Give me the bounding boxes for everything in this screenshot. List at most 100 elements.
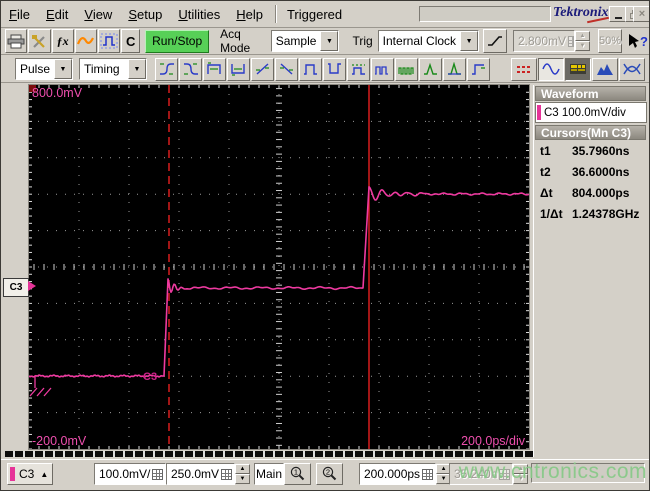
magnifier-2-icon: 2 <box>322 466 336 480</box>
trigger-status-text: Triggered <box>286 6 343 22</box>
bottombar-blank-panel <box>531 463 645 483</box>
keypad-icon[interactable] <box>152 468 164 480</box>
bottom-scale-label: -200.0mV <box>32 434 87 448</box>
zoom1-button[interactable]: 1 <box>284 463 311 485</box>
trigger-source-select[interactable]: Internal Clock ▼ <box>377 30 480 52</box>
acq-mode-select[interactable]: Sample ▼ <box>270 30 340 52</box>
horizontal-scale-field[interactable]: 200.000ps ▲ ▼ <box>359 463 452 485</box>
channel-readout[interactable]: C3 100.0mV/div <box>535 102 647 123</box>
waveform-panel-header: Waveform <box>535 86 646 101</box>
pulse-icon <box>100 33 118 49</box>
display-measurements-button[interactable] <box>565 57 591 81</box>
graticule: C3 <box>28 85 530 450</box>
channel-position-marker[interactable]: C3 <box>3 278 36 297</box>
menu-setup[interactable]: Setup <box>120 4 170 25</box>
keypad-icon[interactable] <box>568 35 575 47</box>
triangle-up-icon: ▲ <box>40 469 49 479</box>
run-stop-button[interactable]: Run/Stop <box>145 29 210 53</box>
close-icon: × <box>638 8 646 20</box>
meas-neg-pulse-button[interactable] <box>323 57 346 81</box>
eye-diagram-icon <box>623 63 641 75</box>
measure-group-select[interactable]: Timing ▼ <box>79 58 147 80</box>
set-trigger-50pct-button[interactable]: 50% <box>597 29 623 53</box>
c-button[interactable]: C <box>121 29 141 53</box>
chevron-down-icon[interactable]: ▼ <box>128 59 146 79</box>
horizontal-position-spinner[interactable]: ▲ ▼ <box>513 464 529 484</box>
spin-down-icon: ▼ <box>513 474 529 484</box>
print-button[interactable] <box>5 29 28 53</box>
svg-text:?: ? <box>640 34 648 49</box>
sine-icon <box>542 63 560 75</box>
cursors-icon <box>517 66 531 73</box>
trigger-slope-button[interactable] <box>483 29 507 53</box>
acq-mode-label: Acq Mode <box>220 27 251 55</box>
meas-pos-glitch-button[interactable] <box>419 57 442 81</box>
svg-text:1: 1 <box>293 467 297 476</box>
menu-utilities[interactable]: Utilities <box>170 4 228 25</box>
tools-icon <box>32 34 46 48</box>
meas-rise-time-button[interactable] <box>155 57 178 81</box>
meas-timeout-button[interactable] <box>467 57 490 81</box>
display-histogram-button[interactable] <box>592 57 618 81</box>
keypad-icon[interactable] <box>422 468 434 480</box>
spin-up-icon: ▲ <box>235 464 251 474</box>
display-waveform-button[interactable] <box>538 57 564 81</box>
menu-file[interactable]: File <box>1 4 38 25</box>
chevron-down-icon[interactable]: ▼ <box>54 59 72 79</box>
meas-fall-time-button[interactable] <box>179 57 202 81</box>
menu-view[interactable]: View <box>76 4 120 25</box>
cursor-delta-row: Δt 804.000ps <box>540 186 630 200</box>
horizontal-position-field[interactable]: 35.240n ▲ ▼ <box>449 463 529 485</box>
meas-neg-width-button[interactable] <box>227 57 250 81</box>
channel-color-bar <box>537 105 541 120</box>
keypad-icon[interactable] <box>499 468 511 480</box>
meas-fall-slew-button[interactable] <box>275 57 298 81</box>
keypad-icon[interactable] <box>221 468 233 480</box>
histogram-icon <box>597 64 613 75</box>
menu-edit[interactable]: Edit <box>38 4 76 25</box>
spin-up-icon: ▲ <box>513 464 529 474</box>
measurement-toolbar: Pulse ▼ Timing ▼ <box>1 56 649 83</box>
chevron-down-icon[interactable]: ▼ <box>460 31 479 51</box>
channel-select-button[interactable]: C3 ▲ <box>7 463 53 485</box>
readout-panel: Waveform C3 100.0mV/div Cursors(Mn C3) t… <box>533 85 648 457</box>
context-help-button[interactable]: ? <box>627 33 649 50</box>
display-eye-diagram-button[interactable] <box>619 57 645 81</box>
meas-double-pulse-button[interactable] <box>371 57 394 81</box>
close-button[interactable]: × <box>633 6 649 22</box>
vertical-offset-field[interactable]: 250.0mV ▲ ▼ <box>166 463 251 485</box>
chevron-down-icon[interactable]: ▼ <box>320 31 339 51</box>
channel-color-bar <box>10 467 15 481</box>
display-cursors-button[interactable] <box>511 57 537 81</box>
vertical-offset-spinner[interactable]: ▲ ▼ <box>235 464 251 484</box>
meas-neg-glitch-button[interactable] <box>443 57 466 81</box>
trace-channel-label: C3 <box>143 371 157 383</box>
meas-rise-slew-button[interactable] <box>251 57 274 81</box>
math-fx-button[interactable]: ƒx <box>51 29 74 53</box>
fx-icon: ƒx <box>56 33 69 48</box>
menu-bar: File Edit View Setup Utilities Help Trig… <box>1 1 649 28</box>
tools-button[interactable] <box>28 29 51 53</box>
menu-separator <box>274 5 277 23</box>
waveform-tool-button[interactable] <box>74 29 97 53</box>
trigger-level-spinner[interactable]: ▲ ▼ <box>574 31 590 51</box>
printer-icon <box>7 34 25 48</box>
waveform-trace <box>28 186 530 378</box>
measure-category-select[interactable]: Pulse ▼ <box>15 58 73 80</box>
scope-application-window: File Edit View Setup Utilities Help Trig… <box>0 0 650 491</box>
pulse-tool-button[interactable] <box>98 29 121 53</box>
magnifier-1-icon: 1 <box>290 466 304 480</box>
waveform-display[interactable]: C3 800.0mV -200.0mV 200.0ps/div <box>28 84 530 450</box>
trig-label: Trig <box>352 34 373 48</box>
menu-help[interactable]: Help <box>228 4 271 25</box>
meas-burst-button[interactable] <box>395 57 418 81</box>
meas-pos-width-button[interactable] <box>203 57 226 81</box>
meas-runt-button[interactable] <box>347 57 370 81</box>
meas-pos-pulse-button[interactable] <box>299 57 322 81</box>
spin-up-icon: ▲ <box>574 31 590 41</box>
tektronix-logo: Tektronix <box>553 5 609 24</box>
cursor-freq-row: 1/Δt 1.24378GHz <box>540 207 640 221</box>
trigger-level-field[interactable]: 2.800mV ▲ ▼ <box>512 30 590 52</box>
zoom2-button[interactable]: 2 <box>316 463 343 485</box>
cursors-panel-header: Cursors(Mn C3) <box>535 125 646 140</box>
